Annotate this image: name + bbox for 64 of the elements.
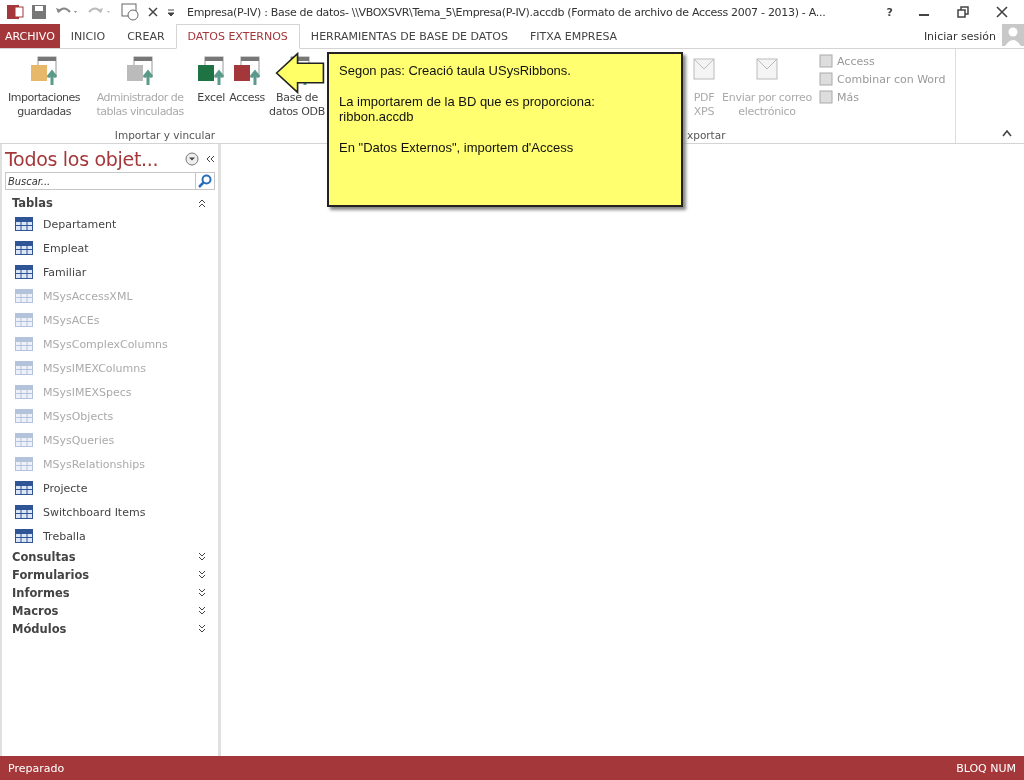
table-icon	[15, 289, 33, 303]
status-text: Preparado	[8, 761, 65, 775]
search-icon[interactable]	[196, 172, 215, 190]
ribbon-tab[interactable]: FITXA EMPRESA	[518, 24, 629, 48]
callout-text: En "Datos Externos", importem d'Access	[339, 140, 575, 156]
expand-chevron-icon	[197, 588, 207, 598]
table-icon	[15, 529, 33, 543]
help-button[interactable]: ?	[878, 5, 901, 19]
table-icon	[15, 433, 33, 447]
customize-caret-icon[interactable]	[166, 7, 176, 17]
nav-group-header[interactable]: Macros	[5, 602, 215, 620]
group-label: Importar y vincular	[113, 129, 217, 141]
ribbon-tab[interactable]: HERRAMIENTAS DE BASE DE DATOS	[299, 24, 519, 48]
ribbon-tab[interactable]: DATOS EXTERNOS	[175, 24, 300, 49]
table-icon	[15, 505, 33, 519]
callout-text: Segon pas: Creació taula USysRibbons.	[339, 64, 572, 79]
nav-table-item[interactable]: Departament	[5, 212, 215, 236]
expand-chevron-icon	[197, 570, 207, 580]
nav-table-item[interactable]: Empleat	[5, 236, 215, 260]
nav-group-header[interactable]: Módulos	[5, 620, 215, 638]
table-icon	[15, 361, 33, 375]
nav-table-item[interactable]: Familiar	[5, 260, 215, 284]
table-icon	[15, 409, 33, 423]
nav-pane-title[interactable]: Todos los objet...	[5, 148, 179, 170]
search-field[interactable]: Buscar...	[5, 172, 196, 190]
collapse-ribbon-icon[interactable]	[1002, 129, 1012, 137]
restore-icon[interactable]	[957, 6, 969, 18]
table-icon	[15, 241, 33, 255]
ribbon-button[interactable]: Importaciones guardadas	[2, 53, 87, 129]
table-icon	[15, 457, 33, 471]
table-icon	[15, 385, 33, 399]
window-title: Empresa(P-IV) : Base de datos- \\VBOXSVR\Tema_5\Empresa(P-IV).accdb (Formato de archivo de Access 2007 - 2013) - A...	[187, 5, 826, 19]
table-icon	[15, 337, 33, 351]
close-icon[interactable]	[147, 6, 159, 18]
expand-chevron-icon	[197, 606, 207, 616]
close-window-icon[interactable]	[996, 6, 1008, 18]
table-icon	[15, 481, 33, 495]
callout-text: La importarem de la BD que es proporciona: ribbon.accdb	[339, 94, 596, 125]
table-icon	[15, 313, 33, 327]
ribbon-tab[interactable]: CREAR	[116, 24, 176, 48]
ribbon-tab[interactable]: INICIO	[59, 24, 117, 48]
save-icon[interactable]	[31, 4, 47, 20]
nav-group-header[interactable]: Informes	[5, 584, 215, 602]
nav-table-item[interactable]: Projecte	[5, 476, 215, 500]
status-indicator: BLOQ NUM	[956, 761, 1016, 775]
sign-in-link[interactable]: Iniciar sesión	[917, 24, 1002, 48]
ribbon-button[interactable]: Excel	[194, 53, 229, 129]
collapse-pane-icon[interactable]	[205, 154, 215, 164]
table-icon	[819, 90, 833, 104]
table-icon	[15, 265, 33, 279]
ribbon-tab[interactable]: ARCHIVO	[0, 24, 60, 48]
dropdown-icon[interactable]	[185, 152, 199, 166]
expand-chevron-icon	[197, 624, 207, 634]
collapse-chevron-icon	[197, 198, 207, 208]
access-logo-icon[interactable]	[6, 3, 24, 21]
group-label: xportar	[687, 129, 727, 141]
table-icon	[15, 217, 33, 231]
nav-group-header[interactable]: Consultas	[5, 548, 215, 566]
nav-table-item[interactable]: Switchboard Items	[5, 500, 215, 524]
expand-chevron-icon	[197, 552, 207, 562]
nav-table-item[interactable]: Treballa	[5, 524, 215, 548]
ribbon-button[interactable]: Access	[228, 53, 266, 129]
nav-group-header[interactable]: Tablas	[5, 194, 215, 212]
nav-group-header[interactable]: Formularios	[5, 566, 215, 584]
